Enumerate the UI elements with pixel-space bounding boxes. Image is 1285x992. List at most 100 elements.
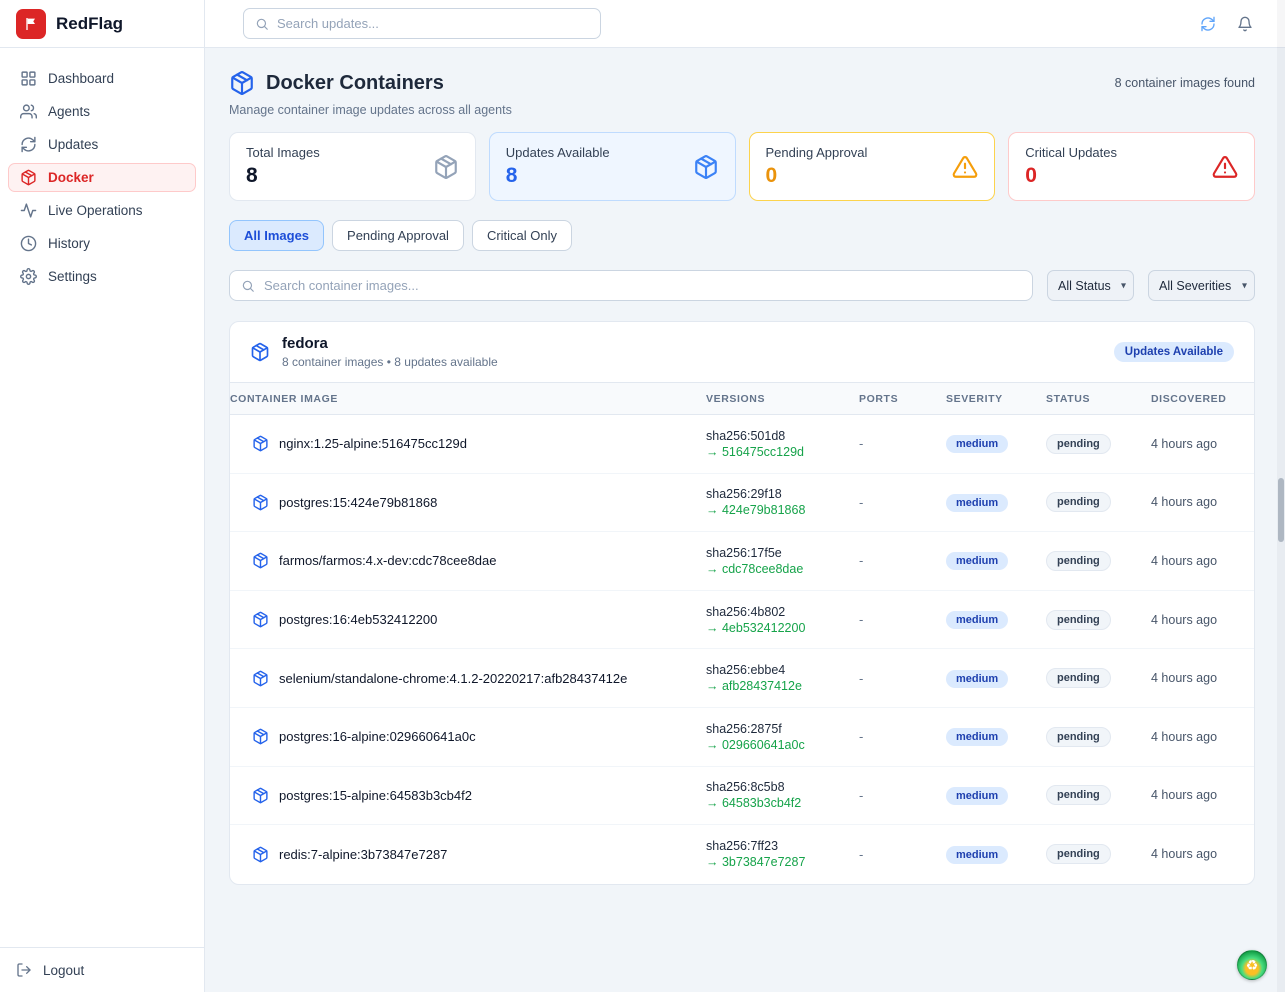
severity-badge: medium [946,728,1008,746]
ports-cell: - [859,847,946,862]
image-search-input[interactable] [264,278,1021,293]
versions-cell: sha256:17f5e → cdc78cee8dae [706,545,859,577]
filter-row: All Status All Severities [229,270,1255,301]
new-version: → 3b73847e7287 [706,854,859,870]
table-row-redis-7-alpine-3b73847e7287[interactable]: redis:7-alpine:3b73847e7287 sha256:7ff23… [230,825,1254,884]
scrollbar-thumb[interactable] [1278,478,1284,542]
page-title: Docker Containers [266,72,444,95]
tab-all-images[interactable]: All Images [229,220,324,251]
logout-icon [16,962,32,978]
column-header-container-image: CONTAINER IMAGE [230,393,706,405]
status-badge: pending [1046,727,1111,747]
column-header-ports: PORTS [859,393,946,405]
ports-cell: - [859,788,946,803]
logout-button[interactable]: Logout [16,962,188,978]
container-image-name: farmos/farmos:4.x-dev:cdc78cee8dae [279,553,497,568]
sidebar-item-history[interactable]: History [8,229,196,258]
discovered-cell: 4 hours ago [1151,671,1254,685]
topbar-search [243,8,601,39]
ports-cell: - [859,553,946,568]
severity-filter-select[interactable]: All Severities [1148,270,1255,301]
ports-cell: - [859,495,946,510]
status-badge: pending [1046,434,1111,454]
sidebar-item-settings[interactable]: Settings [8,262,196,291]
floating-widget-button[interactable]: ♻ [1237,950,1267,980]
stat-card-total-images: Total Images 8 [229,132,476,201]
tab-critical-only[interactable]: Critical Only [472,220,572,251]
status-badge: pending [1046,551,1111,571]
table-row-postgres-15-alpine-64583b3cb4f2[interactable]: postgres:15-alpine:64583b3cb4f2 sha256:8… [230,767,1254,826]
stat-card-updates-available: Updates Available 8 [489,132,736,201]
ports-cell: - [859,729,946,744]
alert-icon [1212,154,1238,180]
alert-icon [952,154,978,180]
sidebar-nav: Dashboard Agents Updates Docker Live Ope… [0,48,204,947]
notifications-button[interactable] [1237,16,1253,32]
users-icon [20,103,37,120]
stat-value: 8 [506,164,610,188]
column-header-discovered: DISCOVERED [1151,393,1254,405]
tab-pending-approval[interactable]: Pending Approval [332,220,464,251]
sidebar-footer: Logout [0,947,204,992]
container-image-name: postgres:15:424e79b81868 [279,495,437,510]
sidebar-item-dashboard[interactable]: Dashboard [8,64,196,93]
package-icon [433,154,459,180]
table-row-postgres-16-alpine-029660641a0c[interactable]: postgres:16-alpine:029660641a0c sha256:2… [230,708,1254,767]
ports-cell: - [859,436,946,451]
sidebar-item-label: Updates [48,137,98,152]
versions-cell: sha256:29f18 → 424e79b81868 [706,486,859,518]
versions-cell: sha256:2875f → 029660641a0c [706,721,859,753]
table-row-postgres-16-4eb532412200[interactable]: postgres:16:4eb532412200 sha256:4b802 → … [230,591,1254,650]
group-meta: 8 container images • 8 updates available [282,355,498,369]
table-row-nginx-1-25-alpine-516475cc129d[interactable]: nginx:1.25-alpine:516475cc129d sha256:50… [230,415,1254,474]
table-row-selenium-standalone-chrome-4-1-2-20220217-afb28437412e[interactable]: selenium/standalone-chrome:4.1.2-2022021… [230,649,1254,708]
table-row-farmos-farmos-4-x-dev-cdc78cee8dae[interactable]: farmos/farmos:4.x-dev:cdc78cee8dae sha25… [230,532,1254,591]
flag-logo-icon [16,9,46,39]
main-area: Docker Containers 8 container images fou… [205,0,1285,992]
package-icon [229,70,255,96]
column-header-versions: VERSIONS [706,393,859,405]
refresh-icon [20,136,37,153]
sidebar-item-label: Docker [48,170,94,185]
discovered-cell: 4 hours ago [1151,554,1254,568]
column-header-status: STATUS [1046,393,1151,405]
sidebar-item-live-operations[interactable]: Live Operations [8,196,196,225]
container-image-name: postgres:15-alpine:64583b3cb4f2 [279,788,472,803]
activity-icon [20,202,37,219]
current-version: sha256:8c5b8 [706,779,859,795]
updates-search-input[interactable] [277,16,589,31]
refresh-icon [1200,16,1216,32]
sidebar-item-agents[interactable]: Agents [8,97,196,126]
status-badge: pending [1046,785,1111,805]
sidebar-item-label: Dashboard [48,71,114,86]
severity-badge: medium [946,670,1008,688]
new-version: → 64583b3cb4f2 [706,795,859,811]
image-count-text: 8 container images found [1115,76,1255,90]
current-version: sha256:2875f [706,721,859,737]
group-name: fedora [282,335,498,352]
current-version: sha256:17f5e [706,545,859,561]
refresh-button[interactable] [1200,16,1216,32]
sidebar-item-updates[interactable]: Updates [8,130,196,159]
current-version: sha256:7ff23 [706,838,859,854]
discovered-cell: 4 hours ago [1151,613,1254,627]
package-icon [252,494,269,511]
package-icon [252,435,269,452]
package-icon [252,787,269,804]
table-row-postgres-15-424e79b81868[interactable]: postgres:15:424e79b81868 sha256:29f18 → … [230,474,1254,533]
container-image-name: postgres:16:4eb532412200 [279,612,437,627]
container-image-name: selenium/standalone-chrome:4.1.2-2022021… [279,671,627,686]
package-icon [20,169,37,186]
image-search [229,270,1033,301]
stat-cards: Total Images 8 Updates Available 8 Pendi… [229,132,1255,201]
container-image-name: postgres:16-alpine:029660641a0c [279,729,476,744]
search-icon [241,279,255,293]
versions-cell: sha256:501d8 → 516475cc129d [706,428,859,460]
discovered-cell: 4 hours ago [1151,437,1254,451]
discovered-cell: 4 hours ago [1151,495,1254,509]
sidebar-item-docker[interactable]: Docker [8,163,196,192]
status-filter-select[interactable]: All Status [1047,270,1134,301]
app-logo-row: RedFlag [0,0,204,48]
page-content: Docker Containers 8 container images fou… [205,48,1285,992]
severity-filter: All Severities [1148,270,1255,301]
